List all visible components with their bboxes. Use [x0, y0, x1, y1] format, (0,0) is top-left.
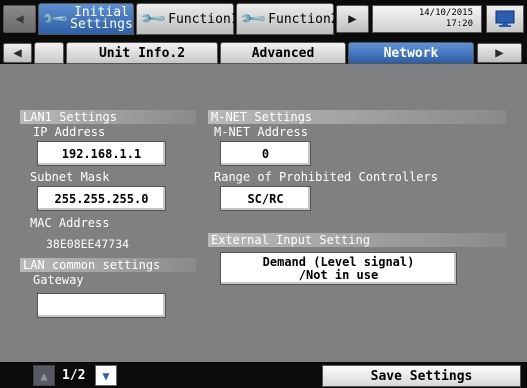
tab-initial-settings-line2: Settings [70, 17, 133, 32]
date-text: 14/10/2015 [418, 8, 473, 18]
page-down-button[interactable]: ▼ [95, 365, 117, 386]
page-up-button[interactable]: ▲ [33, 365, 55, 386]
mnet-address-label: M-NET Address [214, 125, 308, 139]
wrench-icon: 🔧 [41, 4, 71, 34]
tab-unit-info-2[interactable]: Unit Info.2 [66, 42, 218, 64]
prohibited-controllers-field[interactable]: SC/RC [220, 186, 311, 211]
tab-network[interactable]: Network [348, 42, 474, 64]
sub-tab-bar: ◀ Unit Info.2 Advanced Network ▶ [0, 38, 527, 64]
tab-initial-settings[interactable]: 🔧 Initial Settings [38, 3, 134, 35]
external-input-line1: Demand (Level signal) [262, 254, 415, 269]
mac-address-value: 38E08EE47734 [46, 237, 130, 251]
mnet-settings-header: M-NET Settings [208, 110, 506, 124]
monitor-button[interactable] [486, 5, 524, 33]
tab-network-label: Network [383, 45, 439, 61]
prev-subtab-button[interactable]: ◀ [3, 43, 32, 63]
external-input-line2: /Not in use [298, 267, 379, 282]
top-tab-bar: ◀ 🔧 Initial Settings 🔧 Function1 🔧 Funct… [0, 0, 527, 38]
tab-function1[interactable]: 🔧 Function1 [136, 3, 239, 35]
tab-function1-label: Function1 [168, 11, 239, 27]
datetime-display: 14/10/2015 17:20 [372, 5, 482, 33]
external-input-field[interactable]: Demand (Level signal) /Not in use [220, 252, 457, 285]
next-subtab-button[interactable]: ▶ [477, 43, 522, 63]
lan1-settings-header: LAN1 Settings [20, 110, 196, 124]
mac-address-label: MAC Address [30, 216, 110, 230]
next-tab-button[interactable]: ▶ [336, 5, 369, 33]
arrow-right-icon: ▶ [495, 45, 504, 61]
mnet-address-field[interactable]: 0 [220, 141, 311, 166]
arrow-left-icon: ◀ [13, 45, 22, 61]
prev-tab-button[interactable]: ◀ [3, 5, 36, 33]
ip-address-field[interactable]: 192.168.1.1 [37, 141, 166, 166]
page-indicator: 1/2 [62, 368, 86, 383]
external-input-header: External Input Setting [208, 233, 506, 247]
tab-function2-label: Function2 [268, 11, 339, 27]
tab-advanced-label: Advanced [251, 45, 315, 61]
subnet-mask-label: Subnet Mask [30, 170, 110, 184]
wrench-icon: 🔧 [139, 4, 169, 34]
prohibited-controllers-label: Range of Prohibited Controllers [214, 170, 438, 184]
subtab-blank[interactable] [34, 42, 64, 64]
arrow-left-icon: ◀ [15, 11, 24, 27]
monitor-icon [495, 10, 515, 27]
tab-advanced[interactable]: Advanced [220, 42, 346, 64]
subnet-mask-field[interactable]: 255.255.255.0 [37, 186, 166, 211]
tab-function2[interactable]: 🔧 Function2 [236, 3, 339, 35]
save-settings-button[interactable]: Save Settings [322, 365, 521, 387]
gateway-field[interactable] [37, 293, 166, 318]
ip-address-label: IP Address [33, 125, 106, 139]
tab-unit-info-2-label: Unit Info.2 [98, 45, 186, 61]
arrow-up-icon: ▲ [40, 368, 48, 383]
time-text: 17:20 [445, 19, 473, 29]
bottom-bar: ▲ 1/2 ▼ Save Settings [0, 362, 527, 388]
arrow-right-icon: ▶ [348, 11, 357, 27]
arrow-down-icon: ▼ [102, 368, 110, 383]
wrench-icon: 🔧 [239, 4, 269, 34]
lan-common-header: LAN common settings [20, 258, 196, 272]
gateway-label: Gateway [33, 273, 84, 287]
